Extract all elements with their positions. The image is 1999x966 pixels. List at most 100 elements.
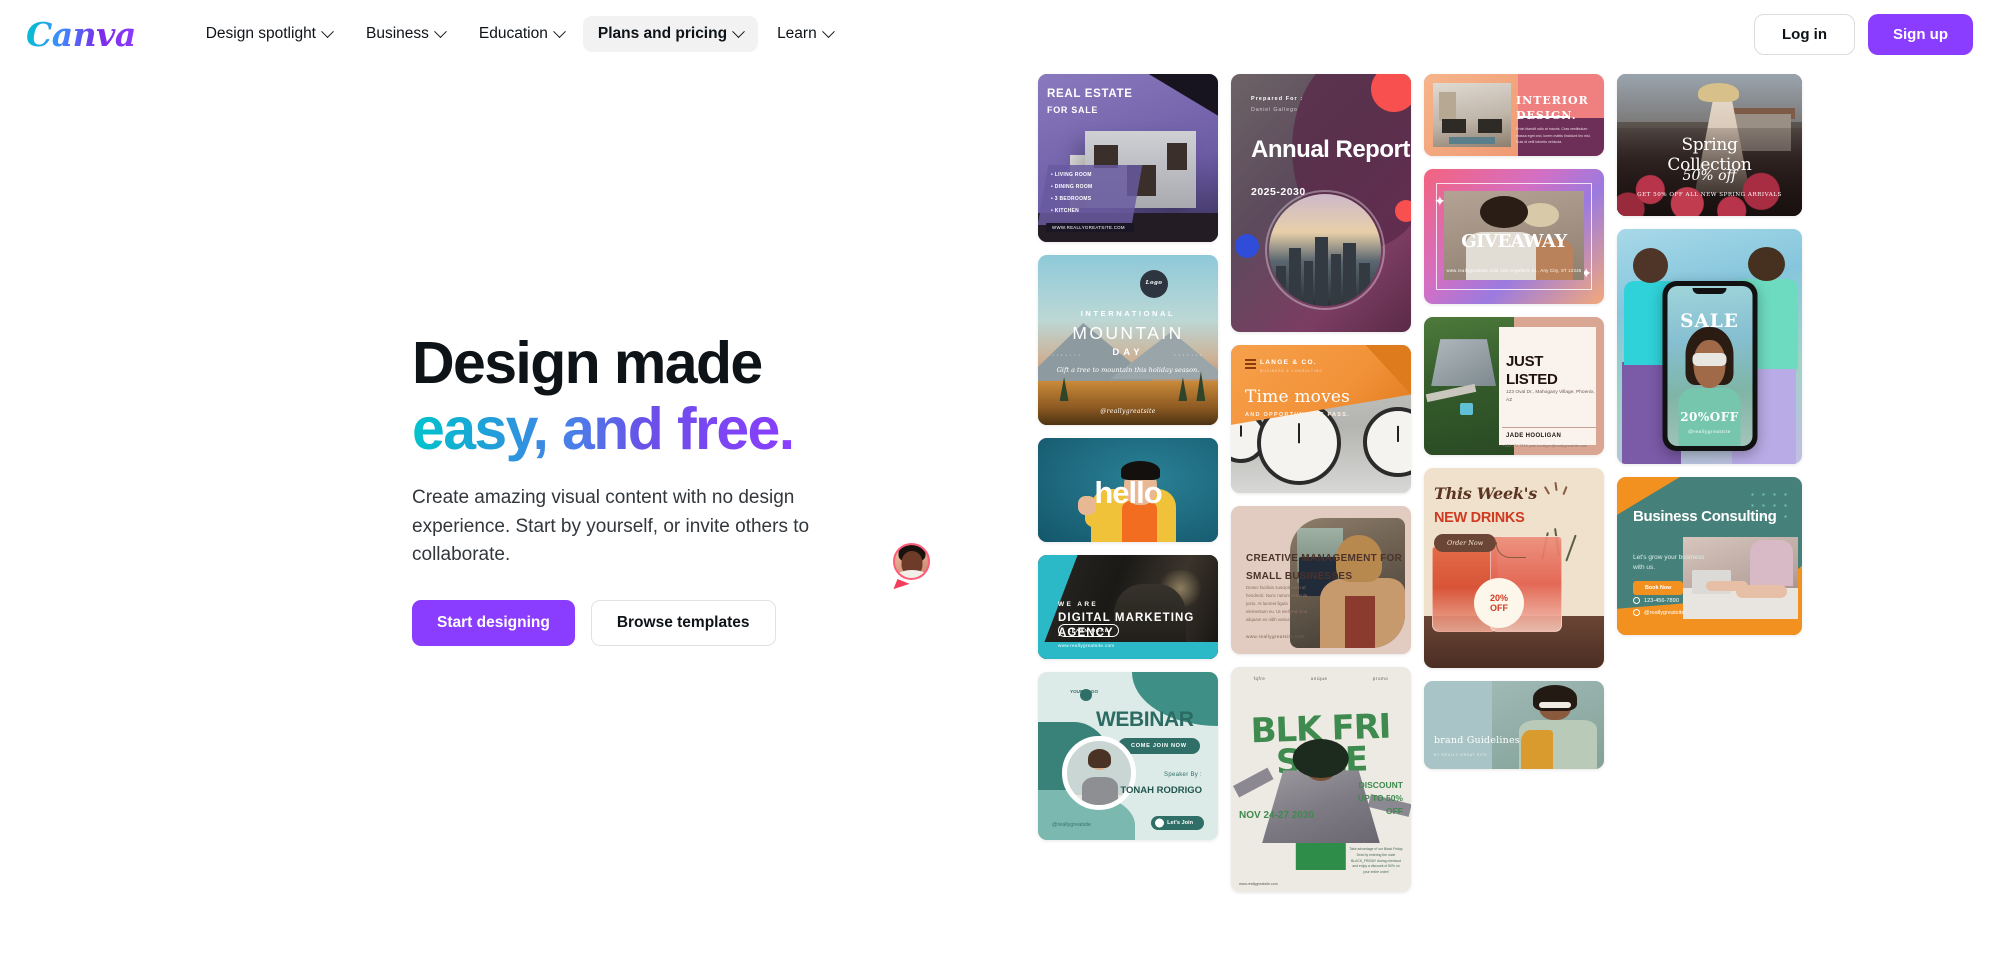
hero-description: Create amazing visual content with no de… xyxy=(412,487,810,566)
divider xyxy=(1518,116,1568,118)
nav-item-design-spotlight[interactable]: Design spotlight xyxy=(191,16,347,52)
feature-item: • KITCHEN xyxy=(1051,208,1080,214)
template-card-interior-design[interactable]: INTERIOR DESIGN. Proin blandit odio at m… xyxy=(1424,74,1604,156)
avatar-shirt xyxy=(895,570,928,578)
dot-divider: ······· xyxy=(1173,352,1204,359)
nav-label: Plans and pricing xyxy=(597,25,728,42)
template-card-real-estate[interactable]: REAL ESTATE FOR SALE • LIVING ROOM • DIN… xyxy=(1038,74,1218,242)
table xyxy=(1442,118,1466,133)
template-title: hello xyxy=(1094,475,1162,511)
template-title: Annual Report xyxy=(1251,136,1410,163)
template-card-digital-marketing[interactable]: WE ARE DIGITAL MARKETING AGENCY LEARN MO… xyxy=(1038,555,1218,659)
avatar xyxy=(893,543,930,580)
page-title: Design made easy, and free. xyxy=(412,330,872,462)
nav-item-plans-and-pricing[interactable]: Plans and pricing xyxy=(582,16,759,52)
badge-percent: 20% xyxy=(1489,592,1508,603)
template-card-sale-phone[interactable]: SALE 20%OFF @reallygreatsite xyxy=(1617,229,1802,464)
template-date: NOV 24-27 2030 xyxy=(1239,810,1315,821)
template-pill-cta: COME JOIN NOW xyxy=(1118,738,1200,754)
template-header-row: fqfre unique promo xyxy=(1231,676,1411,681)
model-1-hair xyxy=(1480,196,1528,229)
discount-badge: 20% OFF xyxy=(1476,580,1522,626)
browse-templates-button[interactable]: Browse templates xyxy=(590,599,776,646)
feature-item: • 3 BEDROOMS xyxy=(1051,196,1092,202)
nav-item-learn[interactable]: Learn xyxy=(762,16,848,52)
template-card-business-consulting[interactable]: Business Consulting Let's grow your busi… xyxy=(1617,477,1802,635)
decor-circle-red-small xyxy=(1395,200,1411,222)
brand-name: LANGE & CO. xyxy=(1260,359,1317,366)
nav-label: Education xyxy=(478,25,548,42)
template-url: WWW.REALLYGREATSITE.COM xyxy=(1052,225,1125,230)
nav-item-business[interactable]: Business xyxy=(351,16,460,52)
arm xyxy=(1706,581,1748,592)
header-mid: unique xyxy=(1310,676,1328,681)
speaker-photo xyxy=(1062,736,1136,810)
template-title: Time moves xyxy=(1245,387,1351,407)
template-title: GIVEAWAY xyxy=(1461,231,1567,253)
template-handle: @reallygreatsite xyxy=(1052,822,1092,828)
template-card-spring-collection[interactable]: Spring Collection 50% off GET 50% OFF AL… xyxy=(1617,74,1802,216)
template-card-new-drinks[interactable]: This Week's NEW DRINKS Order Now 20% OFF xyxy=(1424,468,1604,668)
template-handle: @reallygreatsite xyxy=(1100,408,1156,415)
template-script-title: This Week's xyxy=(1434,484,1537,503)
instagram-icon xyxy=(1633,609,1640,616)
template-body: Proin blandit odio at mauris. Cras vesti… xyxy=(1516,127,1591,145)
template-title: MOUNTAIN xyxy=(1072,323,1184,343)
roof xyxy=(1431,339,1496,386)
chevron-down-icon xyxy=(821,24,835,38)
rug xyxy=(1448,136,1496,145)
phone-notch xyxy=(1692,287,1727,294)
template-card-hello[interactable]: hello xyxy=(1038,438,1218,542)
brand-subtitle: BUSINESS & CONSULTING xyxy=(1260,369,1323,373)
brand-mark-icon xyxy=(1245,359,1256,370)
template-join-button: Let's Join xyxy=(1151,816,1204,830)
canva-logo[interactable]: Canva xyxy=(26,18,136,51)
badge-off: OFF xyxy=(1490,603,1508,613)
speaker-name: TONAH RODRIGO xyxy=(1120,785,1202,796)
start-designing-button[interactable]: Start designing xyxy=(412,599,575,646)
nav-label: Design spotlight xyxy=(205,25,316,42)
model-hair xyxy=(1698,82,1740,103)
login-button[interactable]: Log in xyxy=(1754,13,1855,55)
hair xyxy=(1292,739,1350,779)
hero-title-line1: Design made xyxy=(412,330,763,396)
template-title: JUST LISTED xyxy=(1506,353,1558,388)
template-card-giveaway[interactable]: ✦ ✦ GIVEAWAY www.reallygreatsite.com 123… xyxy=(1424,169,1604,304)
signup-button[interactable]: Sign up xyxy=(1868,13,1973,55)
divider xyxy=(1502,427,1596,428)
nav-item-education[interactable]: Education xyxy=(464,16,579,52)
template-url: www.reallygreatsite.com xyxy=(1246,634,1305,639)
property-address: 123 Oval Dr., Mahogany Village, Phoenix,… xyxy=(1506,390,1595,404)
template-title: Business Consulting xyxy=(1633,508,1777,525)
chevron-down-icon xyxy=(552,24,566,38)
template-card-just-listed[interactable]: JUST LISTED 123 Oval Dr., Mahogany Villa… xyxy=(1424,317,1604,455)
collaborator-cursor xyxy=(893,543,953,613)
template-card-webinar[interactable]: YOUR LOGO WEBINAR COME JOIN NOW Speaker … xyxy=(1038,672,1218,840)
template-discount: 50% off xyxy=(1682,167,1737,184)
template-card-annual-report[interactable]: Prepared For : Daniel Gallego Annual Rep… xyxy=(1231,74,1411,332)
decor-circle-blue xyxy=(1235,234,1259,258)
sunglasses xyxy=(1539,702,1571,709)
head xyxy=(1748,247,1786,282)
agent-name: JADE HOOLIGAN xyxy=(1506,433,1562,439)
template-title: WEBINAR xyxy=(1096,708,1194,731)
template-tagline: Gift a tree to mountain this holiday sea… xyxy=(1056,366,1200,374)
meeting-photo xyxy=(1683,536,1798,619)
template-card-black-friday[interactable]: fqfre unique promo BLK FRI SALE DISCOUNT… xyxy=(1231,667,1411,892)
template-url: www.reallygreatsite.com xyxy=(1239,882,1278,886)
template-card-mountain-day[interactable]: Logo INTERNATIONAL MOUNTAIN DAY ······· … xyxy=(1038,255,1218,425)
site-header: Canva Design spotlight Business Educatio… xyxy=(0,0,1999,68)
shelf xyxy=(1439,91,1457,122)
template-card-time-moves[interactable]: LANGE & CO. BUSINESS & CONSULTING Time m… xyxy=(1231,345,1411,493)
template-gallery: REAL ESTATE FOR SALE • LIVING ROOM • DIN… xyxy=(1038,74,1998,966)
template-card-brand-guidelines[interactable]: brand Guidelines BY REALLY GREAT SITE xyxy=(1424,681,1604,769)
template-cta: Order Now xyxy=(1434,534,1497,552)
template-body: Donec facilisis suscipit enim ut hendrer… xyxy=(1246,585,1308,622)
template-discount: DISCOUNT UP TO 50% OFF xyxy=(1357,780,1403,816)
template-years: 2025-2030 xyxy=(1251,186,1306,198)
garnish-sprig xyxy=(1565,534,1577,562)
driveway xyxy=(1425,383,1477,403)
hero-title-line2: easy, and free. xyxy=(412,396,795,463)
template-eyebrow: WE ARE xyxy=(1058,601,1099,608)
template-card-creative-management[interactable]: CREATIVE MANAGEMENT FOR SMALL BUSINESSES… xyxy=(1231,506,1411,654)
